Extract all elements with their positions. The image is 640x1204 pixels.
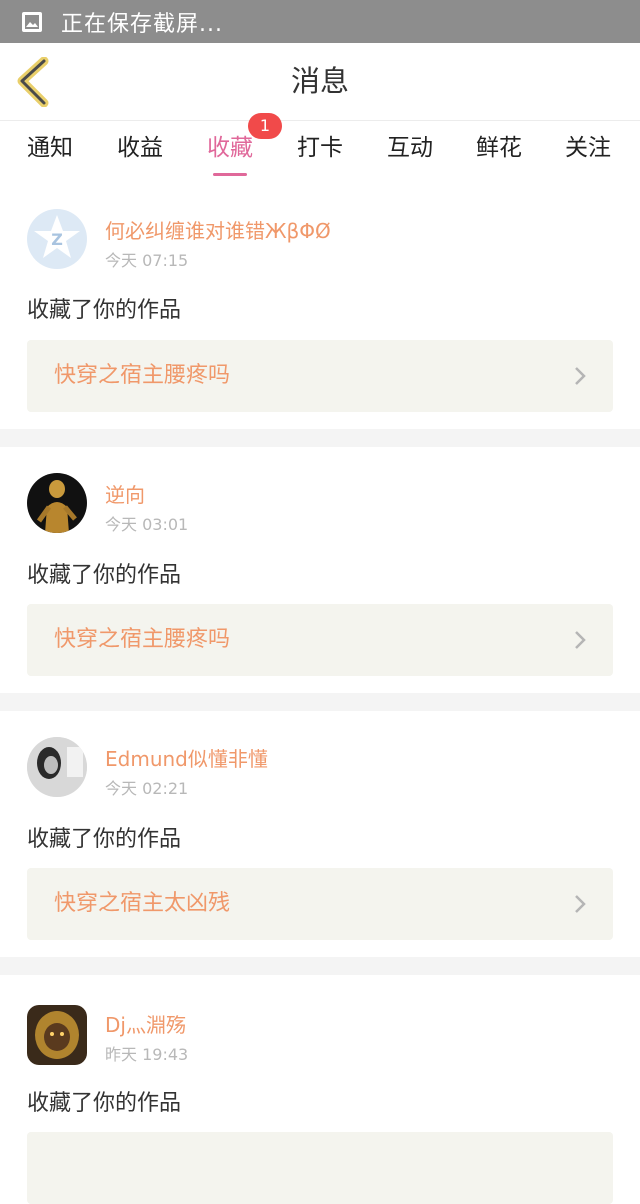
bw-portrait-avatar[interactable] — [27, 737, 87, 797]
default-avatar-icon[interactable]: Z — [27, 209, 87, 269]
username[interactable]: 逆向 — [105, 479, 145, 508]
tab-bar: 通知 收益 收藏 打卡 互动 鲜花 关注 — [0, 121, 640, 179]
tab-follow[interactable]: 关注 — [553, 121, 623, 179]
action-text: 收藏了你的作品 — [27, 563, 182, 588]
divider — [0, 429, 640, 447]
message-card: Dj灬淵殇 昨天 19:43 收藏了你的作品 — [0, 975, 640, 1204]
work-link[interactable]: 快穿之宿主太凶残 — [27, 868, 613, 940]
divider — [0, 693, 640, 711]
tab-earnings[interactable]: 收益 — [105, 121, 175, 179]
work-title: 快穿之宿主腰疼吗 — [54, 363, 231, 388]
status-text: 正在保存截屏... — [61, 11, 223, 37]
username[interactable]: Edmund似懂非懂 — [105, 743, 268, 772]
message-card: Z 何必纠缠谁对谁错ЖβΦØ 今天 07:15 收藏了你的作品 快穿之宿主腰疼吗 — [0, 179, 640, 429]
chevron-right-icon — [575, 895, 586, 913]
tab-flowers[interactable]: 鲜花 — [464, 121, 534, 179]
tab-checkin[interactable]: 打卡 — [285, 121, 355, 179]
svg-text:Z: Z — [51, 230, 63, 249]
image-icon — [22, 11, 42, 32]
message-time: 今天 07:15 — [105, 251, 189, 270]
message-time: 今天 03:01 — [105, 515, 189, 534]
work-link[interactable]: 快穿之宿主腰疼吗 — [27, 604, 613, 676]
message-card: Edmund似懂非懂 今天 02:21 收藏了你的作品 快穿之宿主太凶残 — [0, 711, 640, 957]
action-text: 收藏了你的作品 — [27, 298, 182, 323]
tab-favorites-label: 收藏 — [207, 135, 253, 161]
username[interactable]: 何必纠缠谁对谁错ЖβΦØ — [105, 215, 331, 244]
tab-interaction[interactable]: 互动 — [375, 121, 445, 179]
username[interactable]: Dj灬淵殇 — [105, 1009, 186, 1038]
divider — [0, 957, 640, 975]
work-link[interactable]: 快穿之宿主腰疼吗 — [27, 340, 613, 412]
work-title: 快穿之宿主腰疼吗 — [54, 627, 231, 652]
message-time: 昨天 19:43 — [105, 1045, 189, 1064]
page-title: 消息 — [290, 64, 349, 98]
work-title: 快穿之宿主太凶残 — [54, 891, 231, 916]
action-text: 收藏了你的作品 — [27, 827, 182, 852]
chevron-right-icon — [575, 631, 586, 649]
header: 消息 — [0, 43, 640, 121]
action-text: 收藏了你的作品 — [27, 1091, 182, 1116]
active-tab-indicator — [213, 173, 247, 176]
unread-badge: 1 — [248, 113, 282, 139]
work-link[interactable] — [27, 1132, 613, 1204]
chevron-right-icon — [575, 367, 586, 385]
message-card: 逆向 今天 03:01 收藏了你的作品 快穿之宿主腰疼吗 — [0, 447, 640, 693]
tab-notice[interactable]: 通知 — [15, 121, 85, 179]
armored-warrior-avatar[interactable] — [27, 1005, 87, 1065]
status-bar: 正在保存截屏... — [0, 0, 640, 43]
golden-figure-avatar[interactable] — [27, 473, 87, 533]
message-time: 今天 02:21 — [105, 779, 189, 798]
